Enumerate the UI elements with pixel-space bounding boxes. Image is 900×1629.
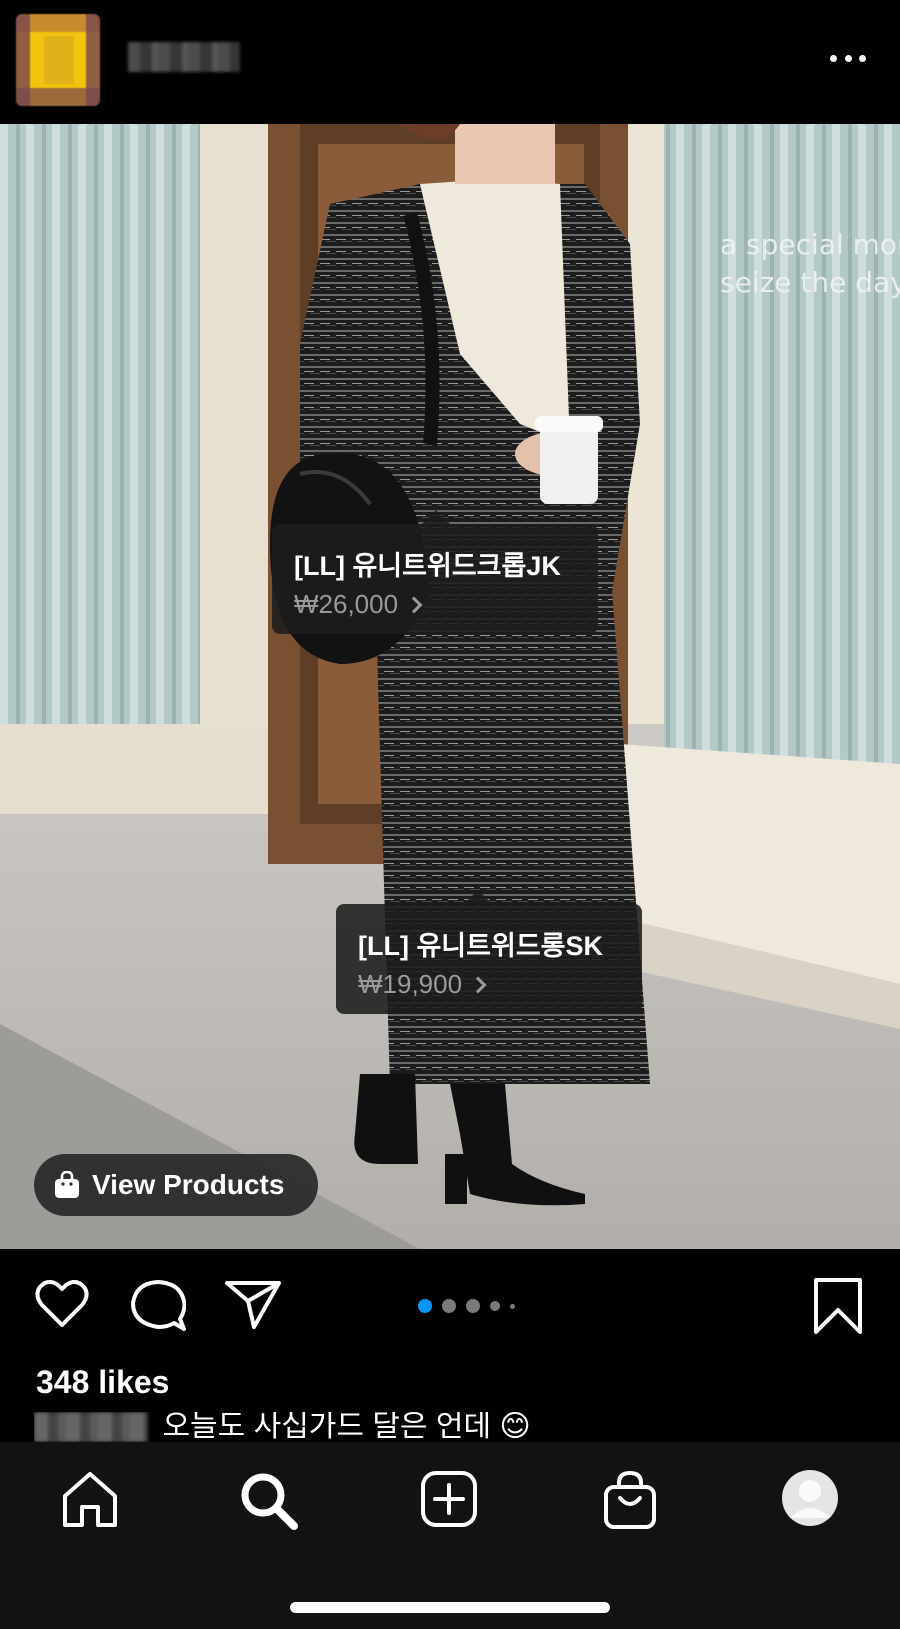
home-icon[interactable] xyxy=(60,1470,120,1530)
create-post-icon[interactable] xyxy=(420,1470,478,1528)
bookmark-icon[interactable] xyxy=(812,1277,864,1335)
bottom-tab-bar xyxy=(0,1442,900,1629)
product-tag[interactable]: [LL] 유니트위드크롭JK ₩26,000 xyxy=(272,510,598,634)
product-tag-price: ₩19,900 xyxy=(358,969,620,1000)
product-tag-price: ₩26,000 xyxy=(294,589,576,620)
chevron-right-icon xyxy=(405,596,423,613)
likes-count[interactable]: 348 likes xyxy=(36,1364,169,1401)
heart-icon[interactable] xyxy=(34,1279,90,1329)
shopping-bag-icon xyxy=(55,1171,79,1198)
profile-avatar[interactable] xyxy=(780,1468,840,1528)
carousel-dot xyxy=(466,1299,480,1313)
product-tag[interactable]: [LL] 유니트위드롱SK ₩19,900 xyxy=(336,890,642,1014)
carousel-dot xyxy=(442,1299,456,1313)
product-tag-name: [LL] 유니트위드롱SK xyxy=(358,931,604,961)
carousel-dot-active xyxy=(418,1299,432,1313)
photo-illustration: a special mom seize the day xyxy=(0,124,900,1249)
author-username-redacted[interactable] xyxy=(128,42,240,72)
product-tag-price-value: ₩26,000 xyxy=(294,589,399,619)
overlay-text-line1: a special mom xyxy=(720,228,900,261)
carousel-indicator xyxy=(418,1299,515,1313)
shop-icon[interactable] xyxy=(602,1470,658,1530)
author-avatar[interactable] xyxy=(16,14,100,106)
view-products-label: View Products xyxy=(92,1169,285,1200)
view-products-button[interactable]: View Products xyxy=(34,1154,318,1216)
post-caption[interactable]: 오늘도 사십가드 달은 언데 😊 xyxy=(34,1412,734,1442)
post-photo[interactable]: a special mom seize the day [LL] 유니트위드크롭… xyxy=(0,124,900,1249)
caption-text: 오늘도 사십가드 달은 언데 😊 xyxy=(162,1412,531,1442)
share-icon[interactable] xyxy=(224,1279,282,1331)
caption-username-redacted[interactable] xyxy=(34,1412,148,1442)
post-header xyxy=(0,0,900,124)
home-indicator xyxy=(290,1602,610,1613)
carousel-dot xyxy=(490,1301,500,1311)
search-icon[interactable] xyxy=(238,1470,300,1532)
carousel-dot xyxy=(510,1303,515,1309)
chevron-right-icon xyxy=(469,976,487,993)
overlay-text-line2: seize the day xyxy=(720,266,900,299)
product-tag-price-value: ₩19,900 xyxy=(358,969,463,999)
product-tag-name: [LL] 유니트위드크롭JK xyxy=(294,551,561,581)
more-icon[interactable] xyxy=(830,52,866,64)
comment-icon[interactable] xyxy=(130,1279,186,1333)
